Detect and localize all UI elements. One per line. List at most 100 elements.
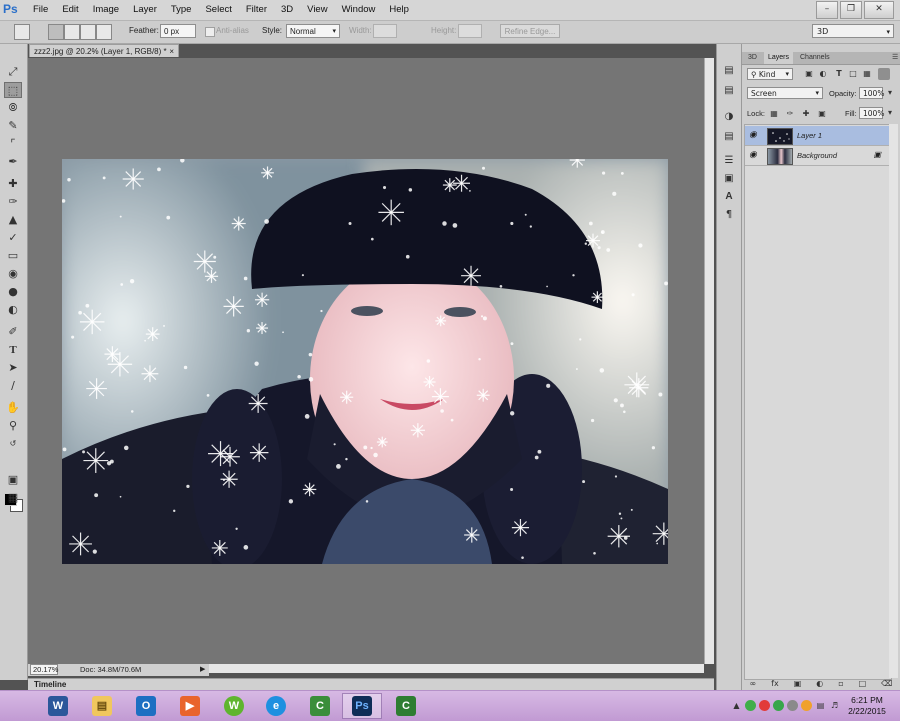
style-select[interactable]: Normal ▾: [286, 24, 340, 38]
marquee-tool-icon[interactable]: ⬚: [4, 82, 22, 98]
hand-tool-icon[interactable]: ✋: [4, 400, 22, 416]
clone-source-panel-icon[interactable]: ▣: [722, 172, 736, 186]
tray-record-icon[interactable]: [759, 700, 770, 711]
layer-name[interactable]: Background: [797, 151, 837, 160]
clone-stamp-tool-icon[interactable]: ▲: [4, 212, 22, 228]
menu-3d[interactable]: 3D: [274, 0, 300, 20]
layer-row-layer-1[interactable]: ◉ Layer 1: [745, 126, 889, 146]
filter-pixel-icon[interactable]: ▣: [804, 69, 814, 79]
menu-layer[interactable]: Layer: [126, 0, 164, 20]
trash-icon[interactable]: ⌫: [881, 678, 892, 690]
menu-window[interactable]: Window: [335, 0, 383, 20]
paragraph-panel-icon[interactable]: ¶: [722, 208, 736, 222]
tray-volume-icon[interactable]: ♬: [829, 700, 840, 711]
marquee-preset-icon[interactable]: [14, 24, 30, 40]
lock-transparent-icon[interactable]: ▦: [769, 109, 779, 119]
taskbar-internet-explorer[interactable]: e: [256, 693, 296, 719]
info-panel-icon[interactable]: ▤: [722, 84, 736, 98]
taskbar-clock[interactable]: 6:21 PM 2/22/2015: [842, 695, 892, 717]
close-icon[interactable]: ×: [169, 45, 174, 58]
quick-mask-icon[interactable]: ▣: [4, 472, 22, 488]
tray-green-icon[interactable]: [773, 700, 784, 711]
menu-edit[interactable]: Edit: [55, 0, 85, 20]
tray-expand-icon[interactable]: ▲: [731, 700, 742, 711]
lock-all-icon[interactable]: ▣: [817, 109, 827, 119]
healing-tool-icon[interactable]: ✚: [4, 176, 22, 192]
taskbar-media-player[interactable]: ▶: [170, 693, 210, 719]
path-selection-tool-icon[interactable]: ➤: [4, 360, 22, 376]
document-tab[interactable]: zzz2.jpg @ 20.2% (Layer 1, RGB/8) * ×: [29, 44, 179, 57]
add-selection-icon[interactable]: [64, 24, 80, 40]
layer-style-icon[interactable]: fx: [771, 678, 779, 690]
layers-scrollbar[interactable]: [889, 124, 898, 678]
close-button[interactable]: ✕: [864, 1, 894, 19]
tray-flag-icon[interactable]: [801, 700, 812, 711]
menu-filter[interactable]: Filter: [239, 0, 274, 20]
zoom-level-field[interactable]: 20.17%: [30, 664, 58, 675]
chevron-down-icon[interactable]: ▾: [885, 88, 895, 98]
lasso-tool-icon[interactable]: ⦾: [4, 100, 22, 116]
menu-image[interactable]: Image: [86, 0, 126, 20]
tab-3d[interactable]: 3D: [744, 52, 761, 64]
tab-layers[interactable]: Layers: [764, 52, 794, 64]
new-selection-icon[interactable]: [48, 24, 64, 40]
history-brush-tool-icon[interactable]: ✓: [4, 230, 22, 246]
tray-network-icon[interactable]: [787, 700, 798, 711]
taskbar-winamp[interactable]: W: [214, 693, 254, 719]
width-input[interactable]: [373, 24, 397, 38]
new-group-icon[interactable]: ▫: [838, 678, 843, 690]
blend-mode-select[interactable]: Screen ▾: [747, 87, 823, 99]
document-canvas-image[interactable]: [62, 159, 668, 564]
character-panel-icon[interactable]: A: [722, 190, 736, 204]
screen-mode-icon[interactable]: ▦: [4, 490, 22, 506]
filter-type-icon[interactable]: T: [834, 69, 844, 79]
brush-tool-icon[interactable]: ✑: [4, 194, 22, 210]
pen-tool-icon[interactable]: ✐: [4, 324, 22, 340]
properties-panel-icon[interactable]: ▤: [722, 130, 736, 144]
swap-colors-icon[interactable]: ↺: [4, 436, 22, 452]
opacity-input[interactable]: 100%: [859, 87, 884, 99]
quick-selection-tool-icon[interactable]: ✎: [4, 118, 22, 134]
menu-select[interactable]: Select: [198, 0, 238, 20]
filter-shape-icon[interactable]: □: [848, 69, 858, 79]
gradient-tool-icon[interactable]: ◉: [4, 266, 22, 282]
move-tool-icon[interactable]: ⤢: [4, 64, 22, 80]
menu-type[interactable]: Type: [164, 0, 199, 20]
taskbar-word[interactable]: W: [38, 693, 78, 719]
intersect-selection-icon[interactable]: [96, 24, 112, 40]
menu-help[interactable]: Help: [382, 0, 416, 20]
status-menu-arrow-icon[interactable]: ▶: [200, 664, 205, 676]
layer-row-background[interactable]: ◉ Background ▣: [745, 146, 889, 166]
layer-name[interactable]: Layer 1: [797, 131, 822, 140]
adjustments-panel-icon[interactable]: ◑: [722, 110, 736, 124]
layer-filter-select[interactable]: ⚲ Kind ▾: [747, 68, 793, 80]
restore-button[interactable]: ❐: [840, 1, 862, 19]
history-panel-icon[interactable]: ▤: [722, 64, 736, 78]
adjustment-layer-icon[interactable]: ◐: [816, 678, 823, 690]
eraser-tool-icon[interactable]: ▭: [4, 248, 22, 264]
zoom-tool-icon[interactable]: ⚲: [4, 418, 22, 434]
canvas-vertical-scrollbar[interactable]: [704, 58, 714, 664]
brush-panel-icon[interactable]: ☰: [722, 154, 736, 168]
visibility-eye-icon[interactable]: ◉: [749, 129, 757, 140]
taskbar-file-explorer[interactable]: ▤: [82, 693, 122, 719]
menu-file[interactable]: File: [26, 0, 55, 20]
tray-app-icon[interactable]: [745, 700, 756, 711]
taskbar-photoshop[interactable]: Ps: [342, 693, 382, 719]
minimize-button[interactable]: –: [816, 1, 838, 19]
tray-signal-icon[interactable]: ▤: [815, 700, 826, 711]
eyedropper-tool-icon[interactable]: ✒: [4, 154, 22, 170]
taskbar-camtasia-recorder[interactable]: C: [386, 693, 426, 719]
blur-tool-icon[interactable]: ●: [4, 284, 22, 300]
lock-image-icon[interactable]: ✑: [785, 109, 795, 119]
workspace-select[interactable]: 3D ▾: [812, 24, 894, 38]
menu-view[interactable]: View: [300, 0, 334, 20]
link-layers-icon[interactable]: ∞: [749, 678, 756, 690]
taskbar-camtasia[interactable]: C: [300, 693, 340, 719]
taskbar-outlook[interactable]: O: [126, 693, 166, 719]
line-tool-icon[interactable]: ∕: [4, 378, 22, 394]
new-layer-icon[interactable]: □: [859, 678, 867, 690]
canvas-horizontal-scrollbar[interactable]: [209, 664, 704, 673]
dodge-tool-icon[interactable]: ◐: [4, 302, 22, 318]
chevron-down-icon[interactable]: ▾: [885, 108, 895, 118]
